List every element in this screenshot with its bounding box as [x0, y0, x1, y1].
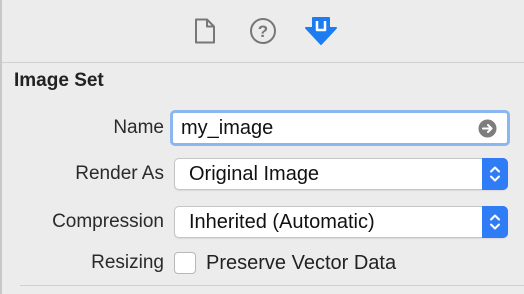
inspector-toolbar: ? [2, 0, 524, 62]
render-as-stepper[interactable] [482, 158, 508, 190]
compression-stepper[interactable] [482, 206, 508, 238]
name-field[interactable]: my_image [170, 110, 510, 146]
render-as-label: Render As [75, 163, 164, 184]
preserve-vector-data-label[interactable]: Preserve Vector Data [206, 246, 396, 280]
file-icon [195, 18, 215, 44]
preserve-vector-data-checkbox[interactable] [174, 252, 196, 274]
tab-quick-help[interactable]: ? [234, 0, 292, 62]
name-label: Name [113, 117, 164, 138]
help-circle-icon: ? [250, 18, 276, 44]
render-as-value: Original Image [189, 163, 320, 185]
chevron-up-down-icon [490, 214, 500, 230]
resizing-row: Resizing Preserve Vector Data [0, 246, 524, 282]
chevron-up-down-icon [490, 166, 500, 182]
arrow-right-circle-icon[interactable] [478, 119, 497, 138]
section-bottom-divider [20, 285, 524, 286]
resizing-label: Resizing [91, 252, 164, 273]
name-row: Name my_image [0, 110, 524, 146]
section-title: Image Set [14, 70, 104, 91]
tab-attributes-inspector[interactable] [292, 0, 350, 62]
compression-row: Compression Inherited (Automatic) [0, 204, 524, 240]
tab-file-inspector[interactable] [176, 0, 234, 62]
svg-text:?: ? [258, 22, 268, 41]
attributes-inspector-icon [305, 17, 337, 45]
compression-select[interactable]: Inherited (Automatic) [174, 206, 508, 238]
compression-label: Compression [52, 211, 164, 232]
name-value: my_image [181, 117, 274, 139]
toolbar-divider [2, 62, 524, 63]
render-as-row: Render As Original Image [0, 156, 524, 192]
render-as-select[interactable]: Original Image [174, 158, 508, 190]
compression-value: Inherited (Automatic) [189, 211, 375, 233]
